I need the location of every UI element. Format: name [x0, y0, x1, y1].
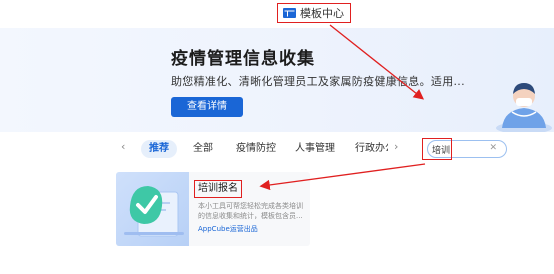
template-card[interactable]: 培训报名 本小工具可帮您轻松完成各类培训 的信息收集和统计，模板包含员... A…: [116, 172, 310, 246]
tab-admin-office[interactable]: 行政办公: [355, 140, 388, 158]
top-bar: 模板中心: [0, 0, 554, 29]
doctor-illustration-icon: [496, 83, 552, 132]
check-document-icon: [124, 186, 184, 237]
grid-icon: [283, 8, 296, 18]
search-annotation-box: [422, 138, 452, 160]
tab-epidemic-prevention[interactable]: 疫情防控: [236, 140, 276, 158]
tab-hr-management[interactable]: 人事管理: [295, 140, 335, 158]
featured-banner: 疫情管理信息收集 助您精准化、清晰化管理员工及家属防疫健康信息。适用... 查看…: [0, 28, 554, 132]
card-description-line: 的信息收集和统计，模板包含员...: [198, 212, 303, 220]
banner-title: 疫情管理信息收集: [171, 49, 315, 69]
template-center-label: 模板中心: [300, 7, 344, 20]
card-description: 本小工具可帮您轻松完成各类培训 的信息收集和统计，模板包含员...: [198, 201, 306, 221]
card-description-line: 本小工具可帮您轻松完成各类培训: [198, 202, 303, 210]
card-title: 培训报名: [194, 180, 242, 198]
chevron-right-icon[interactable]: ›: [394, 140, 398, 153]
chevron-left-icon[interactable]: ‹: [121, 140, 125, 153]
card-source: AppCube运营出品: [198, 225, 258, 233]
tab-recommended[interactable]: 推荐: [141, 140, 177, 158]
template-center-tab[interactable]: 模板中心: [277, 3, 351, 23]
view-details-button[interactable]: 查看详情: [171, 97, 243, 117]
tab-all[interactable]: 全部: [193, 140, 213, 158]
banner-description: 助您精准化、清晰化管理员工及家属防疫健康信息。适用...: [171, 75, 465, 88]
card-thumbnail: [116, 172, 189, 246]
close-icon[interactable]: ✕: [489, 143, 497, 153]
